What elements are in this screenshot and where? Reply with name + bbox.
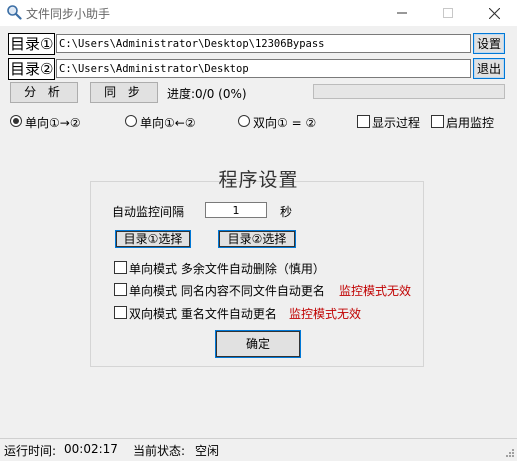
dir2-path-field[interactable]: C:\Users\Administrator\Desktop	[56, 59, 471, 78]
enable-monitor-checkbox[interactable]	[431, 115, 444, 128]
resize-grip-icon[interactable]	[503, 446, 515, 458]
settings-title: 程序设置	[218, 169, 299, 191]
progress-label: 进度:0/0 (0%)	[167, 87, 247, 101]
select-dir2-button[interactable]: 目录②选择	[218, 230, 296, 248]
auto-delete-label[interactable]: 单向模式 多余文件自动删除（慎用）	[129, 260, 325, 277]
sync-button[interactable]: 同 步	[90, 82, 158, 103]
auto-rename-dup-label[interactable]: 双向模式 重名文件自动更名	[129, 305, 277, 322]
auto-rename-diff-checkbox[interactable]	[114, 283, 127, 296]
mode-one-way-backward-radio[interactable]	[125, 115, 137, 127]
auto-delete-checkbox[interactable]	[114, 261, 127, 274]
dir1-label: 目录①	[8, 33, 56, 55]
magnifier-icon	[7, 5, 22, 20]
mode-one-way-forward-radio[interactable]	[10, 115, 22, 127]
auto-rename-diff-label[interactable]: 单向模式 同名内容不同文件自动更名	[129, 282, 325, 299]
state-label: 当前状态:	[133, 444, 186, 458]
minimize-icon	[397, 12, 407, 14]
mode-two-way-radio[interactable]	[238, 115, 250, 127]
radio-dot	[13, 118, 19, 124]
analyze-button[interactable]: 分 析	[10, 82, 78, 103]
maximize-icon	[443, 8, 453, 18]
show-process-label[interactable]: 显示过程	[372, 114, 420, 131]
interval-input[interactable]: 1	[205, 202, 267, 218]
minimize-button[interactable]	[379, 0, 425, 26]
window-title: 文件同步小助手	[26, 7, 111, 21]
progress-bar	[313, 84, 505, 99]
enable-monitor-label[interactable]: 启用监控	[446, 114, 494, 131]
maximize-button[interactable]	[425, 0, 471, 26]
auto-rename-dup-checkbox[interactable]	[114, 306, 127, 319]
mode-one-way-backward-label[interactable]: 单向①←②	[140, 114, 196, 131]
close-button[interactable]	[471, 0, 517, 26]
show-process-checkbox[interactable]	[357, 115, 370, 128]
interval-label: 自动监控间隔	[112, 205, 185, 219]
dir1-path-field[interactable]: C:\Users\Administrator\Desktop\12306Bypa…	[56, 34, 471, 53]
dir2-label: 目录②	[8, 58, 56, 80]
select-dir1-button[interactable]: 目录①选择	[115, 230, 191, 248]
runtime-value: 00:02:17	[64, 442, 118, 456]
exit-button[interactable]: 退出	[473, 58, 505, 79]
auto-rename-dup-note: 监控模式无效	[289, 307, 362, 321]
close-icon	[488, 7, 500, 19]
mode-two-way-label[interactable]: 双向① = ②	[253, 114, 316, 131]
state-value: 空闲	[195, 444, 220, 458]
interval-unit: 秒	[280, 205, 293, 219]
auto-rename-diff-note: 监控模式无效	[339, 284, 412, 298]
mode-one-way-forward-label[interactable]: 单向①→②	[25, 114, 81, 131]
confirm-button[interactable]: 确定	[215, 330, 301, 358]
runtime-label: 运行时间:	[4, 444, 57, 458]
settings-button[interactable]: 设置	[473, 33, 505, 54]
